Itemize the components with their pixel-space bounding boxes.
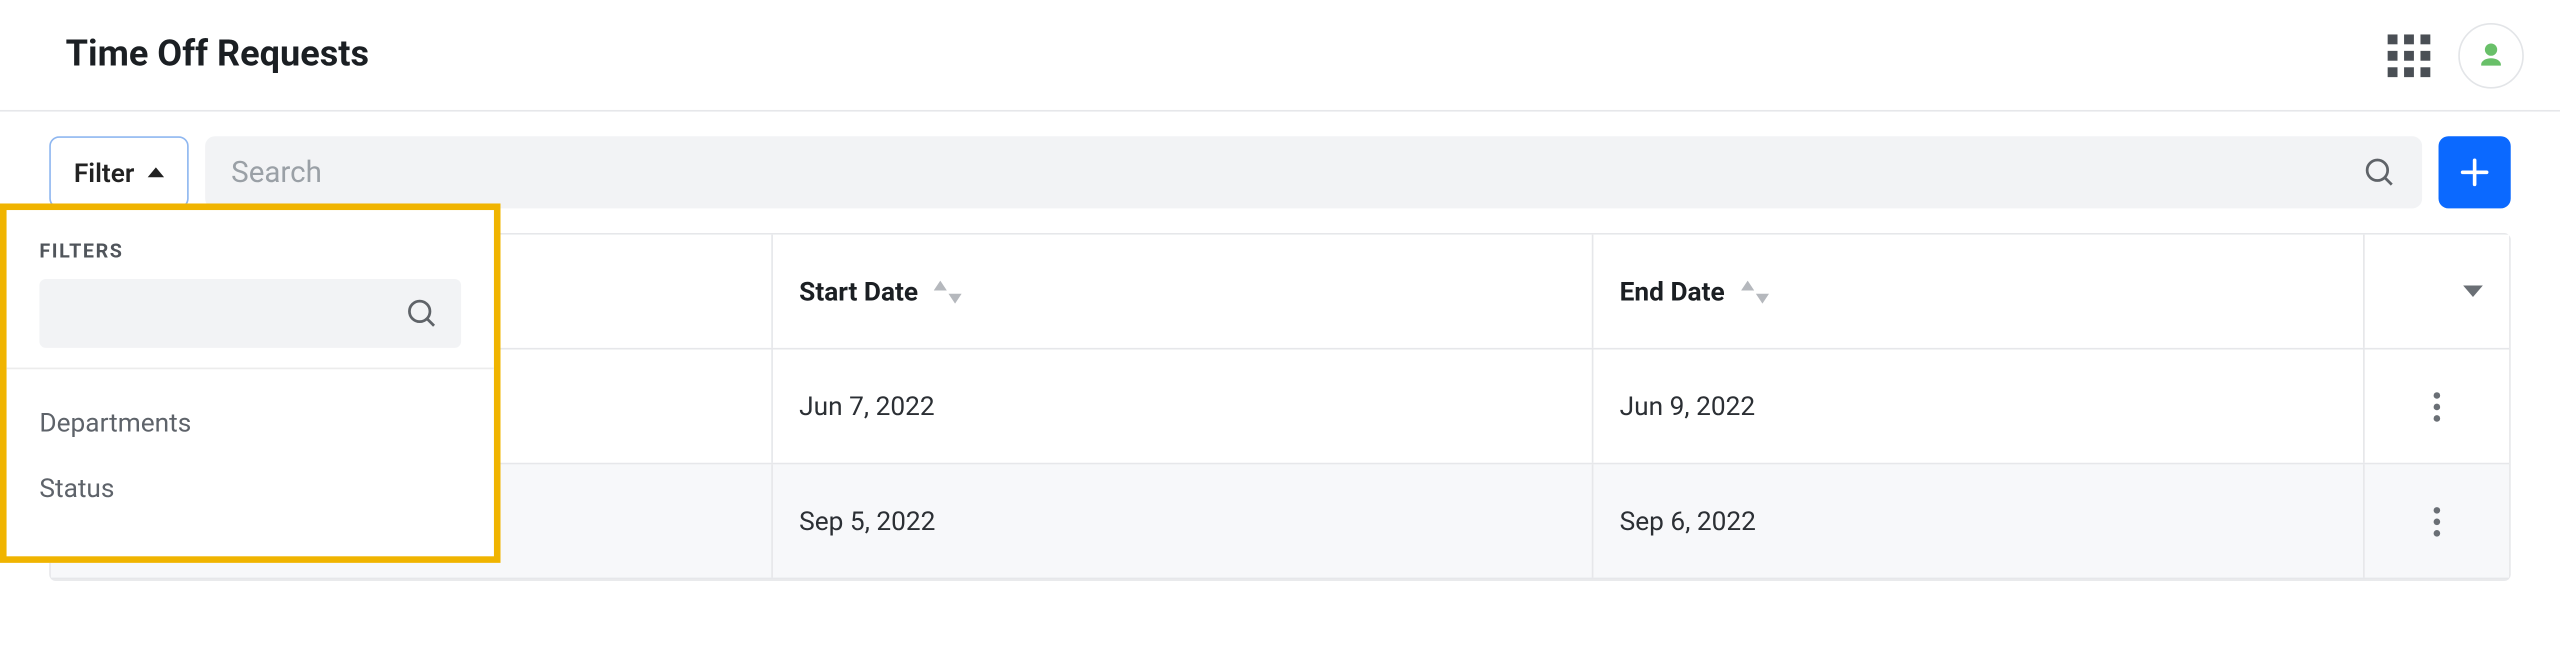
filter-option-departments[interactable]: Departments <box>39 389 461 455</box>
plus-icon <box>2457 154 2493 190</box>
row-actions-button[interactable] <box>2420 378 2453 434</box>
search-icon <box>405 297 438 330</box>
filter-option-status[interactable]: Status <box>39 455 461 521</box>
filters-search[interactable] <box>39 279 461 348</box>
caret-up-icon <box>147 167 163 177</box>
column-header-actions[interactable] <box>2365 235 2509 348</box>
chevron-down-icon <box>2463 286 2483 297</box>
sort-icon <box>1741 280 1769 303</box>
row-actions-button[interactable] <box>2420 493 2453 549</box>
column-label: End Date <box>1620 276 1725 307</box>
filter-button[interactable]: Filter <box>49 136 188 208</box>
filters-dropdown: FILTERS Departments Status <box>0 203 501 562</box>
search-icon <box>2363 156 2396 189</box>
cell-end-date: Sep 6, 2022 <box>1593 464 2364 577</box>
filter-label: Filter <box>74 157 134 188</box>
user-icon <box>2476 40 2506 70</box>
divider <box>7 368 494 370</box>
add-button[interactable] <box>2439 136 2511 208</box>
apps-grid-button[interactable] <box>2376 22 2442 88</box>
sort-icon <box>935 280 963 303</box>
cell-start-date: Jun 7, 2022 <box>773 350 1594 463</box>
column-header-end-date[interactable]: End Date <box>1593 235 2364 348</box>
column-label: Start Date <box>799 276 918 307</box>
search-input[interactable] <box>231 155 2363 189</box>
page-title: Time Off Requests <box>66 34 369 75</box>
profile-button[interactable] <box>2458 22 2524 88</box>
filters-caption: FILTERS <box>39 240 461 263</box>
search-field[interactable] <box>205 136 2422 208</box>
cell-start-date: Sep 5, 2022 <box>773 464 1594 577</box>
cell-end-date: Jun 9, 2022 <box>1593 350 2364 463</box>
column-header-start-date[interactable]: Start Date <box>773 235 1594 348</box>
apps-grid-icon <box>2388 34 2431 77</box>
topbar: Time Off Requests <box>0 0 2560 112</box>
